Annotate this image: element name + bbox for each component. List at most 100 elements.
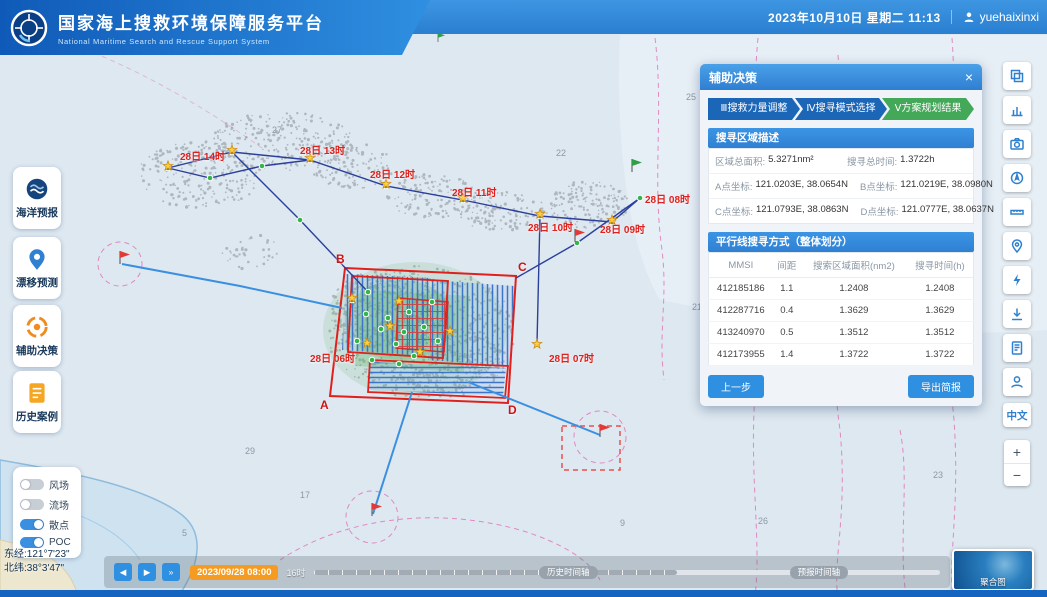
forecast-axis-pill: 预报时间轴	[790, 566, 849, 579]
cell-area: 1.3629	[801, 300, 907, 322]
layer-row-current: 流场	[20, 497, 74, 512]
measure-tool-button[interactable]	[1003, 198, 1031, 226]
user-icon	[962, 10, 976, 24]
step-plan-result[interactable]: Ⅴ方案规划结果	[882, 98, 974, 120]
wizard-steps: Ⅲ搜救力量调整 Ⅳ搜寻模式选择 Ⅴ方案规划结果	[708, 98, 974, 120]
field-value: 1.3722h	[900, 154, 934, 168]
table-section-title: 平行线搜寻方式（整体划分）	[708, 232, 974, 252]
field-value: 121.0777E, 38.0637N	[901, 204, 993, 218]
minimap-label: 聚合图	[954, 576, 1032, 588]
username: yuehaixinxi	[980, 10, 1039, 24]
quick-action-button[interactable]	[1003, 266, 1031, 294]
user-menu[interactable]: yuehaixinxi	[951, 10, 1039, 24]
download-tool-button[interactable]	[1003, 300, 1031, 328]
timeline-slider[interactable]: 历史时间轴 预报时间轴	[314, 570, 941, 575]
report-tool-button[interactable]	[1003, 334, 1031, 362]
zoom-in-button[interactable]: +	[1004, 440, 1030, 463]
marker-tool-button[interactable]	[1003, 232, 1031, 260]
table-row[interactable]: 4121739551.41.37221.3722	[709, 344, 974, 366]
scatter-layer-toggle[interactable]	[20, 519, 44, 530]
overview-minimap[interactable]: 聚合图	[952, 549, 1034, 591]
layers-icon	[1009, 68, 1025, 84]
chart-tool-button[interactable]	[1003, 96, 1031, 124]
user-icon	[1009, 374, 1025, 390]
longitude-readout: 东经:121°7'23"	[4, 548, 70, 562]
step-mode-select[interactable]: Ⅳ搜寻模式选择	[795, 98, 887, 120]
prev-step-button[interactable]: 上一步	[708, 375, 764, 398]
column-header: MMSI	[709, 253, 773, 278]
platform-subtitle: National Maritime Search and Rescue Supp…	[58, 37, 324, 46]
cell-area: 1.2408	[801, 278, 907, 300]
poc-layer-toggle[interactable]	[20, 537, 44, 548]
layer-label: 流场	[49, 497, 69, 512]
decision-support-icon	[24, 314, 50, 340]
layer-label: 风场	[49, 477, 69, 492]
zoom-out-button[interactable]: −	[1004, 463, 1030, 486]
cell-spacing: 0.5	[773, 322, 801, 344]
table-row[interactable]: 4121851861.11.24081.2408	[709, 278, 974, 300]
field-value: 121.0219E, 38.0980N	[900, 179, 992, 193]
current-layer-toggle[interactable]	[20, 499, 44, 510]
sidebar-item-ocean-forecast[interactable]: 海洋预报	[13, 167, 61, 229]
ocean-forecast-icon	[24, 176, 50, 202]
lightning-icon	[1009, 272, 1025, 288]
cell-time: 1.3512	[907, 322, 974, 344]
panel-title-bar: 辅助决策 ×	[700, 64, 982, 90]
field-label: D点坐标:	[860, 204, 898, 218]
table-row[interactable]: 4122877160.41.36291.3629	[709, 300, 974, 322]
cell-area: 1.3722	[801, 344, 907, 366]
platform-title: 国家海上搜救环境保障服务平台	[58, 9, 324, 34]
field-label: B点坐标:	[860, 179, 897, 193]
sidebar-item-history-cases[interactable]: 历史案例	[13, 371, 61, 433]
layers-tool-button[interactable]	[1003, 62, 1031, 90]
export-report-button[interactable]: 导出简报	[908, 375, 974, 398]
zoom-control: + −	[1004, 440, 1030, 486]
field-label: C点坐标:	[715, 204, 753, 218]
history-axis-pill: 历史时间轴	[539, 566, 598, 579]
field-value: 5.3271nm²	[768, 154, 813, 168]
sidebar-item-drift-prediction[interactable]: 漂移预测	[13, 237, 61, 299]
document-icon	[1009, 340, 1025, 356]
sidebar-item-label: 海洋预报	[16, 205, 58, 220]
camera-icon	[1009, 136, 1025, 152]
field-value: 121.0793E, 38.0863N	[756, 204, 848, 218]
cell-time: 1.2408	[907, 278, 974, 300]
field-label: 搜寻总时间:	[847, 154, 897, 168]
location-pin-icon	[1009, 238, 1025, 254]
table-row[interactable]: 4132409700.51.35121.3512	[709, 322, 974, 344]
layer-row-wind: 风场	[20, 477, 74, 492]
layer-toggle-panel: 风场 流场 散点 POC	[13, 467, 81, 558]
step-back-button[interactable]: ◀	[114, 563, 132, 581]
layer-row-scatter: 散点	[20, 517, 74, 532]
field-label: A点坐标:	[715, 179, 752, 193]
footer-bar	[0, 590, 1047, 597]
sidebar-item-label: 漂移预测	[16, 275, 58, 290]
cell-time: 1.3722	[907, 344, 974, 366]
language-toggle-button[interactable]: 中文	[1003, 403, 1031, 427]
step-forward-button[interactable]: »	[162, 563, 180, 581]
cell-spacing: 1.1	[773, 278, 801, 300]
sidebar-item-label: 历史案例	[16, 409, 58, 424]
sidebar-item-label: 辅助决策	[16, 343, 58, 358]
sidebar-item-decision-support[interactable]: 辅助决策	[13, 305, 61, 367]
screenshot-tool-button[interactable]	[1003, 130, 1031, 158]
play-button[interactable]: ▶	[138, 563, 156, 581]
decision-support-panel: 辅助决策 × Ⅲ搜救力量调整 Ⅳ搜寻模式选择 Ⅴ方案规划结果 搜寻区域描述 区域…	[700, 64, 982, 406]
tick-label: 16时	[286, 566, 305, 579]
table-header-row: MMSI 间距 搜索区域面积(nm2) 搜寻时间(h)	[709, 253, 974, 278]
cell-mmsi: 412287716	[709, 300, 773, 322]
step-force-adjust[interactable]: Ⅲ搜救力量调整	[708, 98, 800, 120]
cell-mmsi: 412185186	[709, 278, 773, 300]
compass-tool-button[interactable]	[1003, 164, 1031, 192]
datetime-display: 2023年10月10日 星期二 11:13	[768, 9, 941, 26]
compass-icon	[1009, 170, 1025, 186]
close-icon[interactable]: ×	[965, 69, 973, 85]
search-plan-table: MMSI 间距 搜索区域面积(nm2) 搜寻时间(h) 4121851861.1…	[708, 252, 974, 366]
layer-label: 散点	[49, 517, 69, 532]
cell-mmsi: 412173955	[709, 344, 773, 366]
wind-layer-toggle[interactable]	[20, 479, 44, 490]
account-tool-button[interactable]	[1003, 368, 1031, 396]
ruler-icon	[1009, 204, 1025, 220]
platform-logo-icon	[10, 9, 48, 47]
column-header: 搜寻时间(h)	[907, 253, 974, 278]
